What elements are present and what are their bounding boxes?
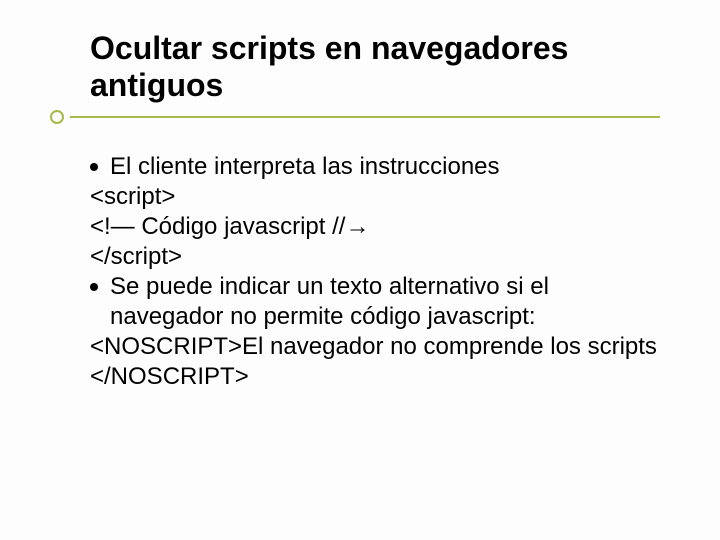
slide-title: Ocultar scripts en navegadores antiguos — [90, 30, 660, 104]
code-line: <NOSCRIPT>El navegador no comprende los … — [90, 332, 660, 392]
bullet-icon — [90, 163, 98, 171]
bullet-item: Se puede indicar un texto alternativo si… — [90, 272, 660, 332]
bullet-text: Se puede indicar un texto alternativo si… — [110, 272, 660, 332]
bullet-text: El cliente interpreta las instrucciones — [110, 152, 660, 182]
rule-line — [70, 116, 660, 118]
slide-body: El cliente interpreta las instrucciones … — [90, 152, 660, 392]
code-line: </script> — [90, 242, 660, 272]
code-line: <script> — [90, 182, 660, 212]
title-rule — [50, 110, 660, 124]
bullet-icon — [90, 283, 98, 291]
bullet-item: El cliente interpreta las instrucciones — [90, 152, 660, 182]
code-line: <!— Código javascript //→ — [90, 212, 660, 242]
rule-dot-icon — [50, 110, 64, 124]
